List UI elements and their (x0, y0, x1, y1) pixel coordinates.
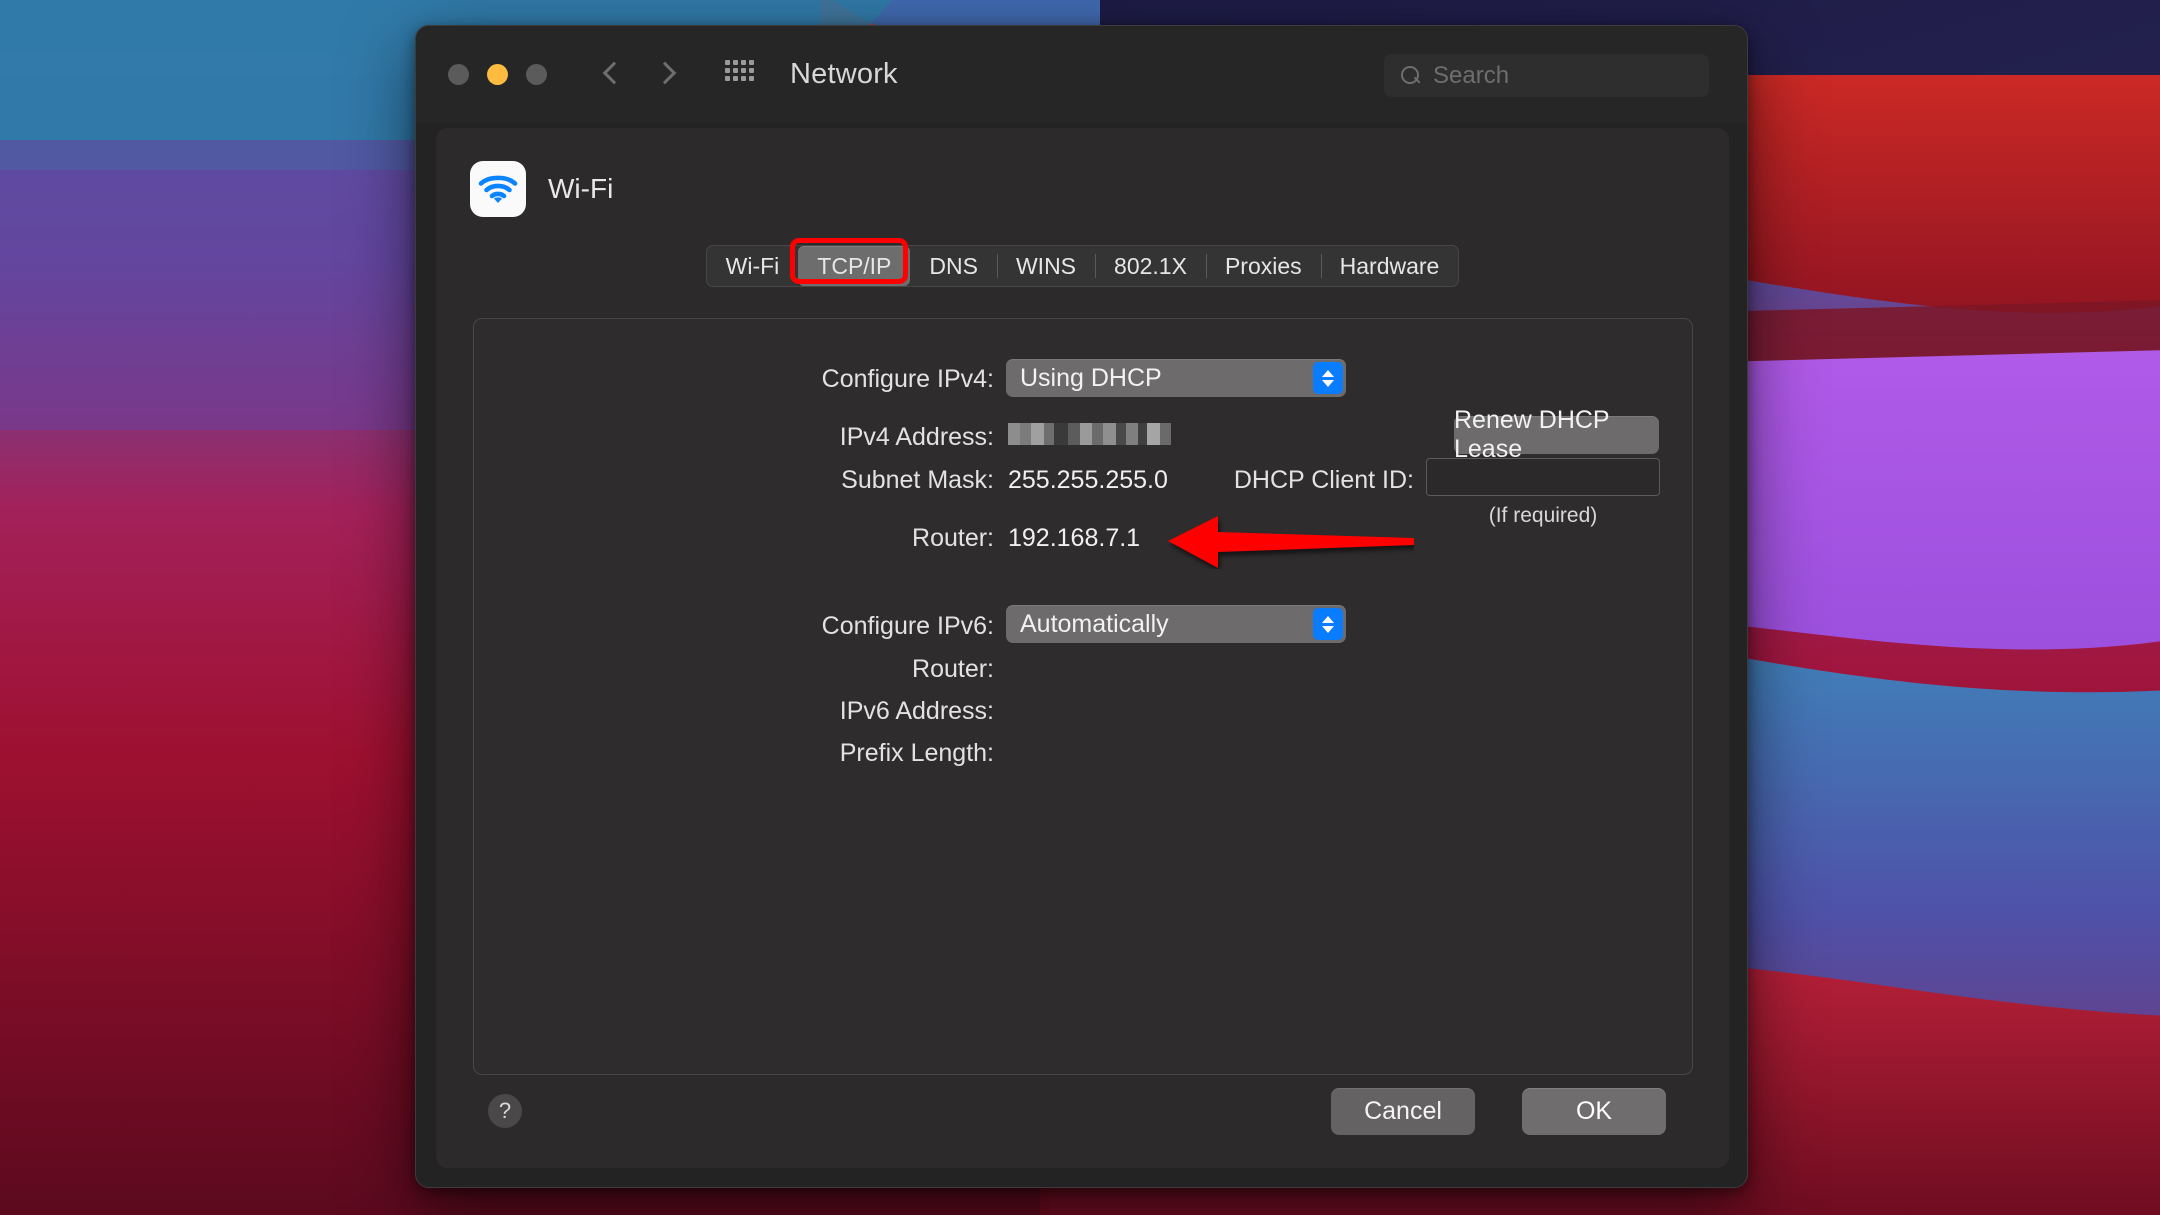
prefix-length-label-row: Prefix Length: (474, 739, 994, 768)
wifi-arcs-icon (478, 175, 518, 203)
configure-ipv6-label-row: Configure IPv6: (474, 612, 994, 641)
tab-wifi[interactable]: Wi-Fi (707, 246, 799, 286)
renew-dhcp-lease-label: Renew DHCP Lease (1454, 406, 1610, 463)
configure-ipv6-select[interactable]: Automatically (1006, 605, 1346, 643)
router-ipv4-value: 192.168.7.1 (1008, 524, 1141, 552)
cancel-button[interactable]: Cancel (1331, 1088, 1475, 1135)
red-arrow-icon (1168, 516, 1414, 568)
ipv4-address-value-redacted (1008, 423, 1171, 445)
chevron-updown-icon (1313, 608, 1343, 640)
chevron-left-icon[interactable] (599, 62, 625, 88)
search-icon (1401, 65, 1421, 86)
dhcp-client-id-label: DHCP Client ID: (1233, 466, 1414, 494)
desktop-background: Network Search Wi-Fi Wi-Fi TCP/IP DNS WI… (0, 0, 2160, 1215)
ipv6-address-label: IPv6 Address: (839, 697, 994, 725)
settings-tabbar: Wi-Fi TCP/IP DNS WINS 802.1X Proxies Har… (705, 245, 1460, 287)
page-title: Network (790, 58, 898, 90)
router-ipv4-label: Router: (912, 524, 994, 552)
tab-dns[interactable]: DNS (910, 246, 997, 286)
configure-ipv4-label-row: Configure IPv4: (474, 365, 994, 394)
router-ipv6-label-row: Router: (474, 655, 994, 684)
subnet-mask-label: Subnet Mask: (841, 466, 994, 494)
traffic-light-buttons (448, 64, 547, 85)
ok-button-label: OK (1575, 1097, 1613, 1125)
prefix-length-label: Prefix Length: (839, 739, 994, 767)
show-all-grid-icon[interactable] (725, 60, 754, 89)
chevron-updown-icon (1313, 362, 1343, 394)
ipv4-address-label: IPv4 Address: (839, 423, 994, 451)
tab-tcpip[interactable]: TCP/IP (798, 246, 911, 286)
configure-ipv6-label: Configure IPv6: (821, 612, 994, 640)
dhcp-client-id-input[interactable] (1426, 458, 1660, 496)
wifi-icon (470, 161, 526, 217)
ipv6-address-label-row: IPv6 Address: (474, 697, 994, 726)
tcpip-settings-sheet: Wi-Fi Wi-Fi TCP/IP DNS WINS 802.1X Proxi… (436, 128, 1729, 1168)
router-value-arrow-annotation (1114, 514, 1414, 569)
help-button[interactable]: ? (488, 1094, 522, 1128)
tcpip-content-panel: Configure IPv4: Using DHCP IPv4 Address: (473, 318, 1693, 1075)
network-preferences-window: Network Search Wi-Fi Wi-Fi TCP/IP DNS WI… (415, 25, 1748, 1188)
cancel-button-label: Cancel (1364, 1097, 1442, 1125)
chevron-right-icon[interactable] (653, 62, 679, 88)
subnet-mask-value: 255.255.255.0 (1008, 466, 1168, 494)
close-window-button[interactable] (448, 64, 469, 85)
search-input[interactable]: Search (1384, 54, 1709, 97)
tab-wins[interactable]: WINS (996, 246, 1095, 286)
router-ipv4-label-row: Router: (474, 524, 994, 553)
tabbar-wrapper: Wi-Fi TCP/IP DNS WINS 802.1X Proxies Har… (436, 238, 1729, 287)
tab-proxies[interactable]: Proxies (1205, 246, 1321, 286)
dhcp-client-id-label-row: DHCP Client ID: (1174, 466, 1414, 495)
search-placeholder: Search (1433, 61, 1510, 89)
ipv4-address-label-row: IPv4 Address: (474, 423, 994, 452)
minimize-window-button[interactable] (487, 64, 508, 85)
redaction-mosaic (1008, 423, 1171, 445)
help-button-label: ? (498, 1098, 512, 1123)
ok-button[interactable]: OK (1522, 1088, 1666, 1135)
dhcp-client-id-hint-row: (If required) (1426, 504, 1660, 528)
configure-ipv4-select[interactable]: Using DHCP (1006, 359, 1346, 397)
configure-ipv4-value: Using DHCP (1020, 363, 1162, 392)
zoom-window-button[interactable] (526, 64, 547, 85)
service-header: Wi-Fi (436, 128, 1729, 217)
window-titlebar: Network Search (416, 26, 1747, 123)
subnet-mask-label-row: Subnet Mask: (474, 466, 994, 495)
subnet-mask-value-row: 255.255.255.0 (1008, 466, 1168, 495)
tab-8021x[interactable]: 802.1X (1095, 246, 1206, 286)
configure-ipv6-value: Automatically (1020, 609, 1169, 638)
navigation-buttons (599, 62, 679, 88)
tab-hardware[interactable]: Hardware (1320, 246, 1459, 286)
renew-dhcp-lease-button[interactable]: Renew DHCP Lease (1454, 406, 1659, 463)
configure-ipv4-label: Configure IPv4: (821, 365, 994, 393)
dhcp-client-id-hint: (If required) (1488, 504, 1598, 527)
router-ipv6-label: Router: (912, 655, 994, 683)
service-name-label: Wi-Fi (548, 173, 614, 204)
router-ipv4-value-row: 192.168.7.1 (1008, 524, 1140, 553)
